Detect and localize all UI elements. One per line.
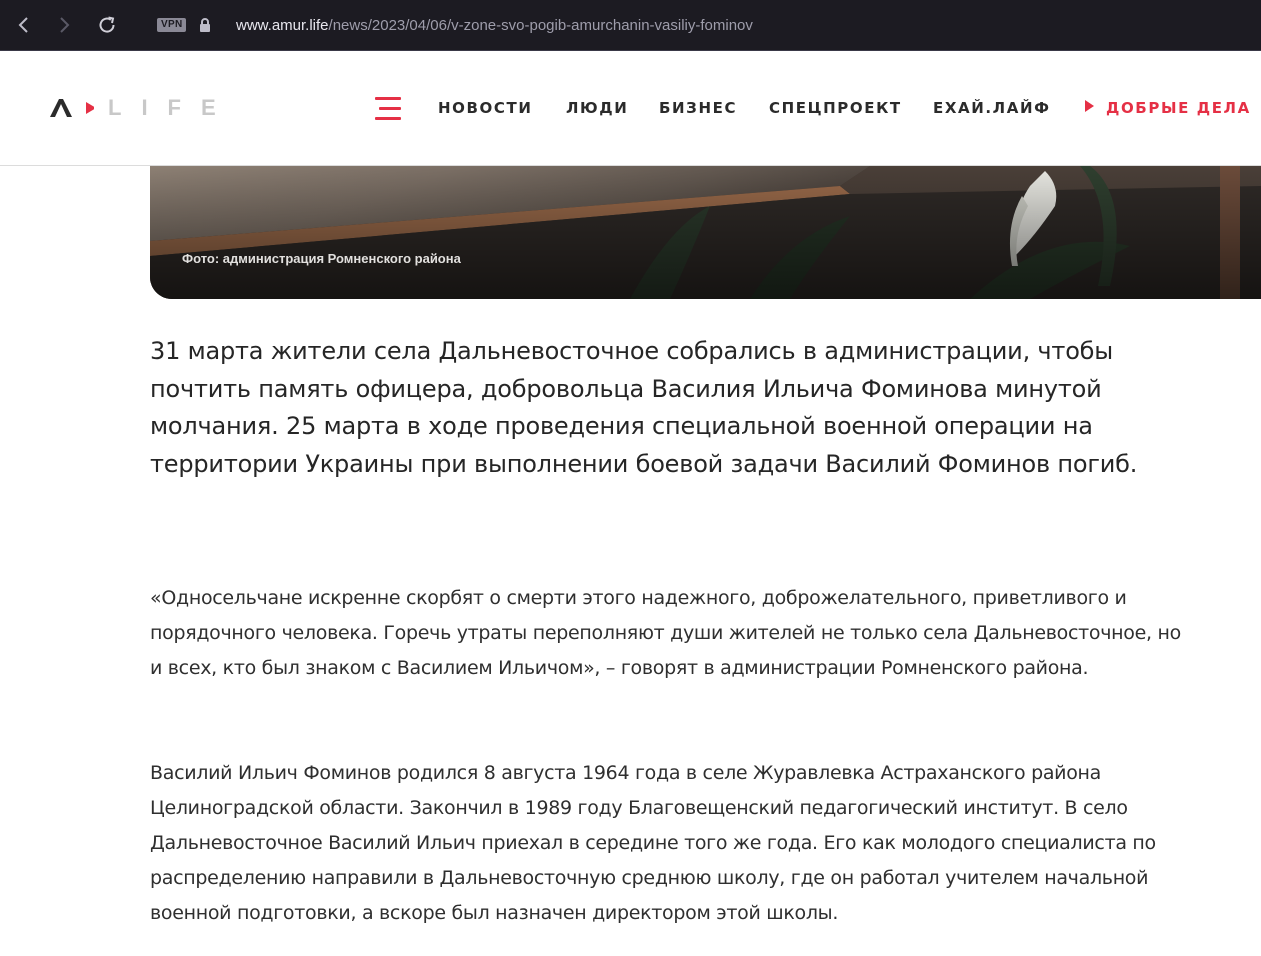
- nav-item-special-project[interactable]: СПЕЦПРОЕКТ: [769, 98, 902, 118]
- burger-line-icon: [375, 117, 401, 120]
- nav-item-people[interactable]: ЛЮДИ: [566, 98, 628, 118]
- hero-photo: Фото: администрация Ромненского района: [150, 166, 1261, 299]
- nav-item-ehai-life[interactable]: ЕХАЙ.ЛАЙФ: [933, 98, 1051, 118]
- reload-button[interactable]: [95, 13, 119, 37]
- browser-toolbar: VPN www.amur.life/news/2023/04/06/v-zone…: [0, 0, 1261, 51]
- chevron-left-icon: [18, 17, 28, 33]
- article-lead: 31 марта жители села Дальневосточное соб…: [150, 337, 1138, 478]
- nav-item-good-deeds-label: ДОБРЫЕ ДЕЛА: [1106, 99, 1251, 117]
- back-button[interactable]: [12, 13, 36, 37]
- url-host: www.amur.life: [236, 17, 329, 34]
- burger-line-icon: [379, 107, 401, 110]
- logo-mark-icon: [50, 99, 94, 117]
- photo-scene: [150, 166, 1261, 299]
- nav-item-business[interactable]: БИЗНЕС: [659, 98, 737, 118]
- vpn-badge[interactable]: VPN: [157, 18, 187, 32]
- photo-caption: Фото: администрация Ромненского района: [182, 251, 461, 266]
- burger-line-icon: [375, 97, 401, 100]
- play-icon: [1085, 100, 1094, 112]
- article-paragraph: «Односельчане искренне скорбят о смерти …: [150, 587, 1181, 679]
- nav-item-good-deeds[interactable]: ДОБРЫЕ ДЕЛА: [1085, 98, 1251, 118]
- chevron-right-icon: [60, 17, 70, 33]
- url-path: /news/2023/04/06/v-zone-svo-pogib-amurch…: [328, 17, 753, 34]
- site-logo[interactable]: LIFE: [50, 97, 236, 119]
- reload-icon: [99, 16, 115, 33]
- article-paragraph: Василий Ильич Фоминов родился 8 августа …: [150, 762, 1156, 924]
- lock-icon[interactable]: [198, 17, 212, 33]
- logo-text: LIFE: [108, 95, 236, 120]
- forward-button[interactable]: [52, 13, 76, 37]
- nav-item-news[interactable]: НОВОСТИ: [438, 98, 532, 118]
- address-bar[interactable]: www.amur.life/news/2023/04/06/v-zone-svo…: [236, 17, 753, 34]
- site-header: LIFE НОВОСТИ ЛЮДИ БИЗНЕС СПЕЦПРОЕКТ ЕХАЙ…: [0, 51, 1261, 166]
- menu-burger-button[interactable]: [375, 97, 401, 121]
